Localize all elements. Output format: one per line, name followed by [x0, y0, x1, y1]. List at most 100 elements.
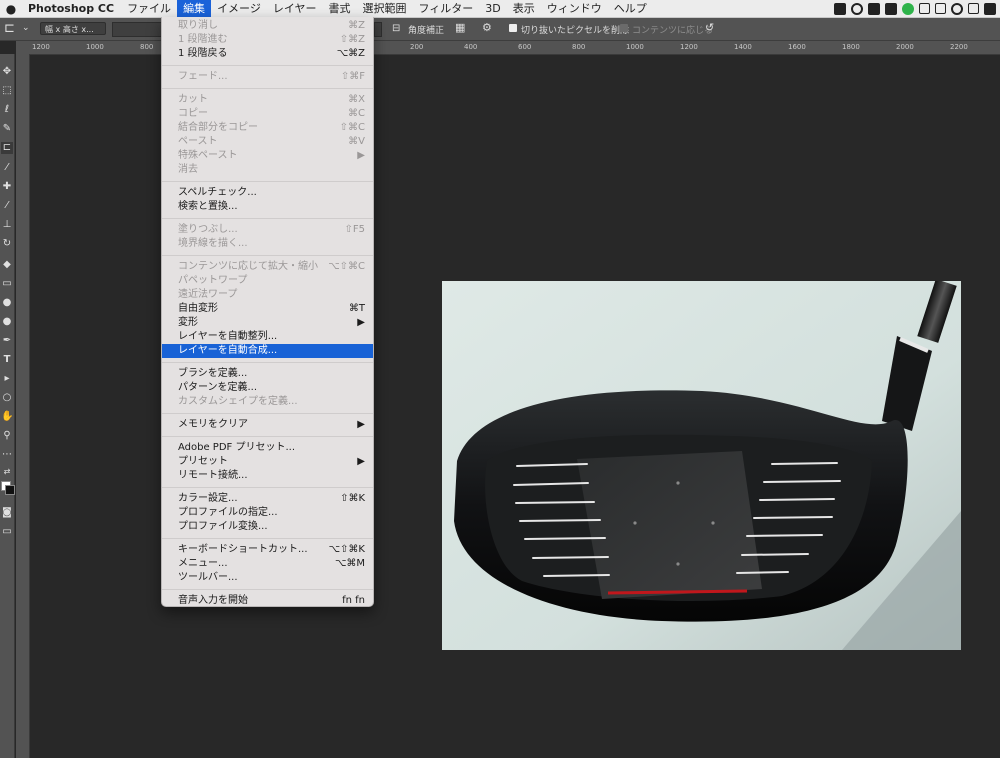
menu-item[interactable]: 音声入力を開始 fn fn [162, 594, 373, 606]
menu-item[interactable]: メモリをクリア ▶ [162, 418, 373, 432]
screen-mode-icon[interactable]: ▭ [1, 526, 13, 538]
clear-button[interactable] [374, 22, 382, 37]
zoom-tool-icon[interactable]: ⚲ [1, 430, 13, 442]
ruler-tick: 1600 [788, 43, 806, 51]
pen-tool-icon[interactable]: ✒ [1, 335, 13, 347]
menu-item[interactable]: メニュー... ⌥⌘M [162, 557, 373, 571]
menu-item-label: プリセット [178, 456, 228, 467]
menu-item: 境界線を描く... [162, 237, 373, 251]
menu-item[interactable]: 変形 ▶ [162, 316, 373, 330]
menu-separator [162, 589, 373, 590]
menu-item[interactable]: ブラシを定義... [162, 367, 373, 381]
menubar-item[interactable]: ファイル [121, 0, 177, 17]
menu-item-shortcut: ⇧⌘Z [339, 34, 365, 45]
hand-tool-icon[interactable]: ✋ [1, 411, 13, 423]
status-app-icon-4[interactable] [935, 3, 946, 14]
brush-tool-icon[interactable]: ⁄ [1, 200, 13, 212]
menu-item-label: 境界線を描く... [178, 238, 248, 249]
quick-select-tool-icon[interactable]: ✎ [1, 123, 13, 135]
status-app-icon-3[interactable] [919, 3, 930, 14]
lasso-tool-icon[interactable]: ℓ [1, 104, 13, 116]
menu-item-shortcut: ⌥⇧⌘C [328, 261, 365, 272]
ruler-tick: 1800 [842, 43, 860, 51]
ratio-select[interactable]: 幅 x 高さ x... [40, 22, 106, 35]
history-brush-tool-icon[interactable]: ↻ [1, 238, 13, 250]
menu-item[interactable]: ツールバー... [162, 571, 373, 585]
menubar-item[interactable]: イメージ [211, 0, 267, 17]
ruler-tick: 600 [518, 43, 532, 51]
menu-item-label: スペルチェック... [178, 187, 257, 198]
type-tool-icon[interactable]: T [1, 354, 13, 366]
menu-item[interactable]: プリセット ▶ [162, 455, 373, 469]
submenu-arrow-icon: ▶ [357, 317, 365, 328]
quick-mask-icon[interactable]: ◙ [1, 507, 13, 519]
shape-tool-icon[interactable]: ○ [1, 392, 13, 404]
menu-item-label: 検索と置換... [178, 201, 238, 212]
reset-icon[interactable]: ↺ [705, 21, 714, 34]
dropbox-icon[interactable] [868, 2, 880, 15]
check-icon[interactable] [951, 2, 963, 15]
background-color-swatch[interactable] [5, 485, 15, 495]
menubar-item[interactable]: ウィンドウ [541, 0, 608, 17]
ruler-tick: 800 [572, 43, 586, 51]
menubar-item[interactable]: レイヤー [267, 0, 323, 17]
overlay-grid-icon[interactable]: ▦ [455, 21, 465, 34]
menu-item: 消去 [162, 163, 373, 177]
stamp-tool-icon[interactable]: ⊥ [1, 219, 13, 231]
app-menu[interactable]: Photoshop CC [22, 2, 121, 15]
more-tools-icon[interactable]: ⋯ [1, 449, 13, 461]
menu-item[interactable]: プロファイル変換... [162, 520, 373, 534]
path-select-tool-icon[interactable]: ▸ [1, 373, 13, 385]
ruler-tick: 800 [140, 43, 154, 51]
healing-tool-icon[interactable]: ✚ [1, 181, 13, 193]
menubar-item[interactable]: フィルター [413, 0, 480, 17]
width-field[interactable] [112, 22, 162, 37]
menu-item[interactable]: パターンを定義... [162, 381, 373, 395]
menu-item[interactable]: レイヤーを自動整列... [162, 330, 373, 344]
straighten-icon[interactable]: ⊟ [392, 23, 400, 34]
menu-item[interactable]: 1 段階戻る ⌥⌘Z [162, 47, 373, 61]
menu-item-label: 特殊ペースト [178, 150, 238, 161]
crop-tool-icon[interactable]: ⊏ [4, 21, 15, 36]
menu-item[interactable]: カラー設定... ⇧⌘K [162, 492, 373, 506]
airplay-icon[interactable] [968, 3, 979, 14]
menubar-item[interactable]: 編集 [177, 0, 212, 17]
blur-tool-icon[interactable]: ● [1, 297, 13, 309]
status-app-icon-5[interactable] [984, 2, 996, 15]
crop-tool-icon[interactable]: ⊏ [1, 142, 13, 154]
menu-item[interactable]: キーボードショートカット... ⌥⇧⌘K [162, 543, 373, 557]
menu-item[interactable]: レイヤーを自動合成... [162, 344, 373, 358]
tool-preset-chevron-icon[interactable]: ⌄ [22, 23, 30, 33]
gradient-tool-icon[interactable]: ▭ [1, 278, 13, 290]
eraser-tool-icon[interactable]: ◆ [1, 259, 13, 271]
menubar-item[interactable]: 3D [479, 0, 506, 17]
move-tool-icon[interactable]: ✥ [1, 66, 13, 78]
delete-cropped-checkbox[interactable] [509, 24, 517, 32]
menu-item[interactable]: リモート接続... [162, 469, 373, 483]
line-icon[interactable] [902, 2, 914, 15]
gear-icon[interactable]: ⚙ [482, 21, 492, 34]
document-canvas[interactable] [442, 281, 961, 650]
menu-item[interactable]: 自由変形 ⌘T [162, 302, 373, 316]
menubar-item[interactable]: 選択範囲 [357, 0, 413, 17]
menu-item[interactable]: 検索と置換... [162, 200, 373, 214]
swap-colors-icon[interactable]: ⇄ [1, 466, 13, 478]
edit-menu-dropdown: 取り消し ⌘Z 1 段階進む ⇧⌘Z 1 段階戻る ⌥⌘Z フェード... ⇧⌘F カット ⌘X コ… [161, 17, 374, 607]
status-app-icon-2[interactable] [885, 2, 897, 15]
menu-item[interactable]: スペルチェック... [162, 186, 373, 200]
menubar-item[interactable]: 書式 [323, 0, 357, 17]
menu-item-label: ペースト [178, 136, 218, 147]
menubar-item[interactable]: ヘルプ [608, 0, 653, 17]
content-aware-checkbox[interactable] [620, 24, 628, 32]
menu-item[interactable]: Adobe PDF プリセット... [162, 441, 373, 455]
menu-separator [162, 218, 373, 219]
menubar-item[interactable]: 表示 [507, 0, 541, 17]
marquee-tool-icon[interactable]: ⬚ [1, 85, 13, 97]
menu-item[interactable]: プロファイルの指定... [162, 506, 373, 520]
dodge-tool-icon[interactable]: ● [1, 316, 13, 328]
status-app-icon[interactable] [834, 2, 846, 15]
eyedropper-tool-icon[interactable]: ⁄ [1, 162, 13, 174]
apple-icon[interactable]: ● [0, 2, 22, 16]
menu-item-shortcut: ⌘X [348, 94, 365, 105]
creative-cloud-icon[interactable] [851, 2, 863, 15]
